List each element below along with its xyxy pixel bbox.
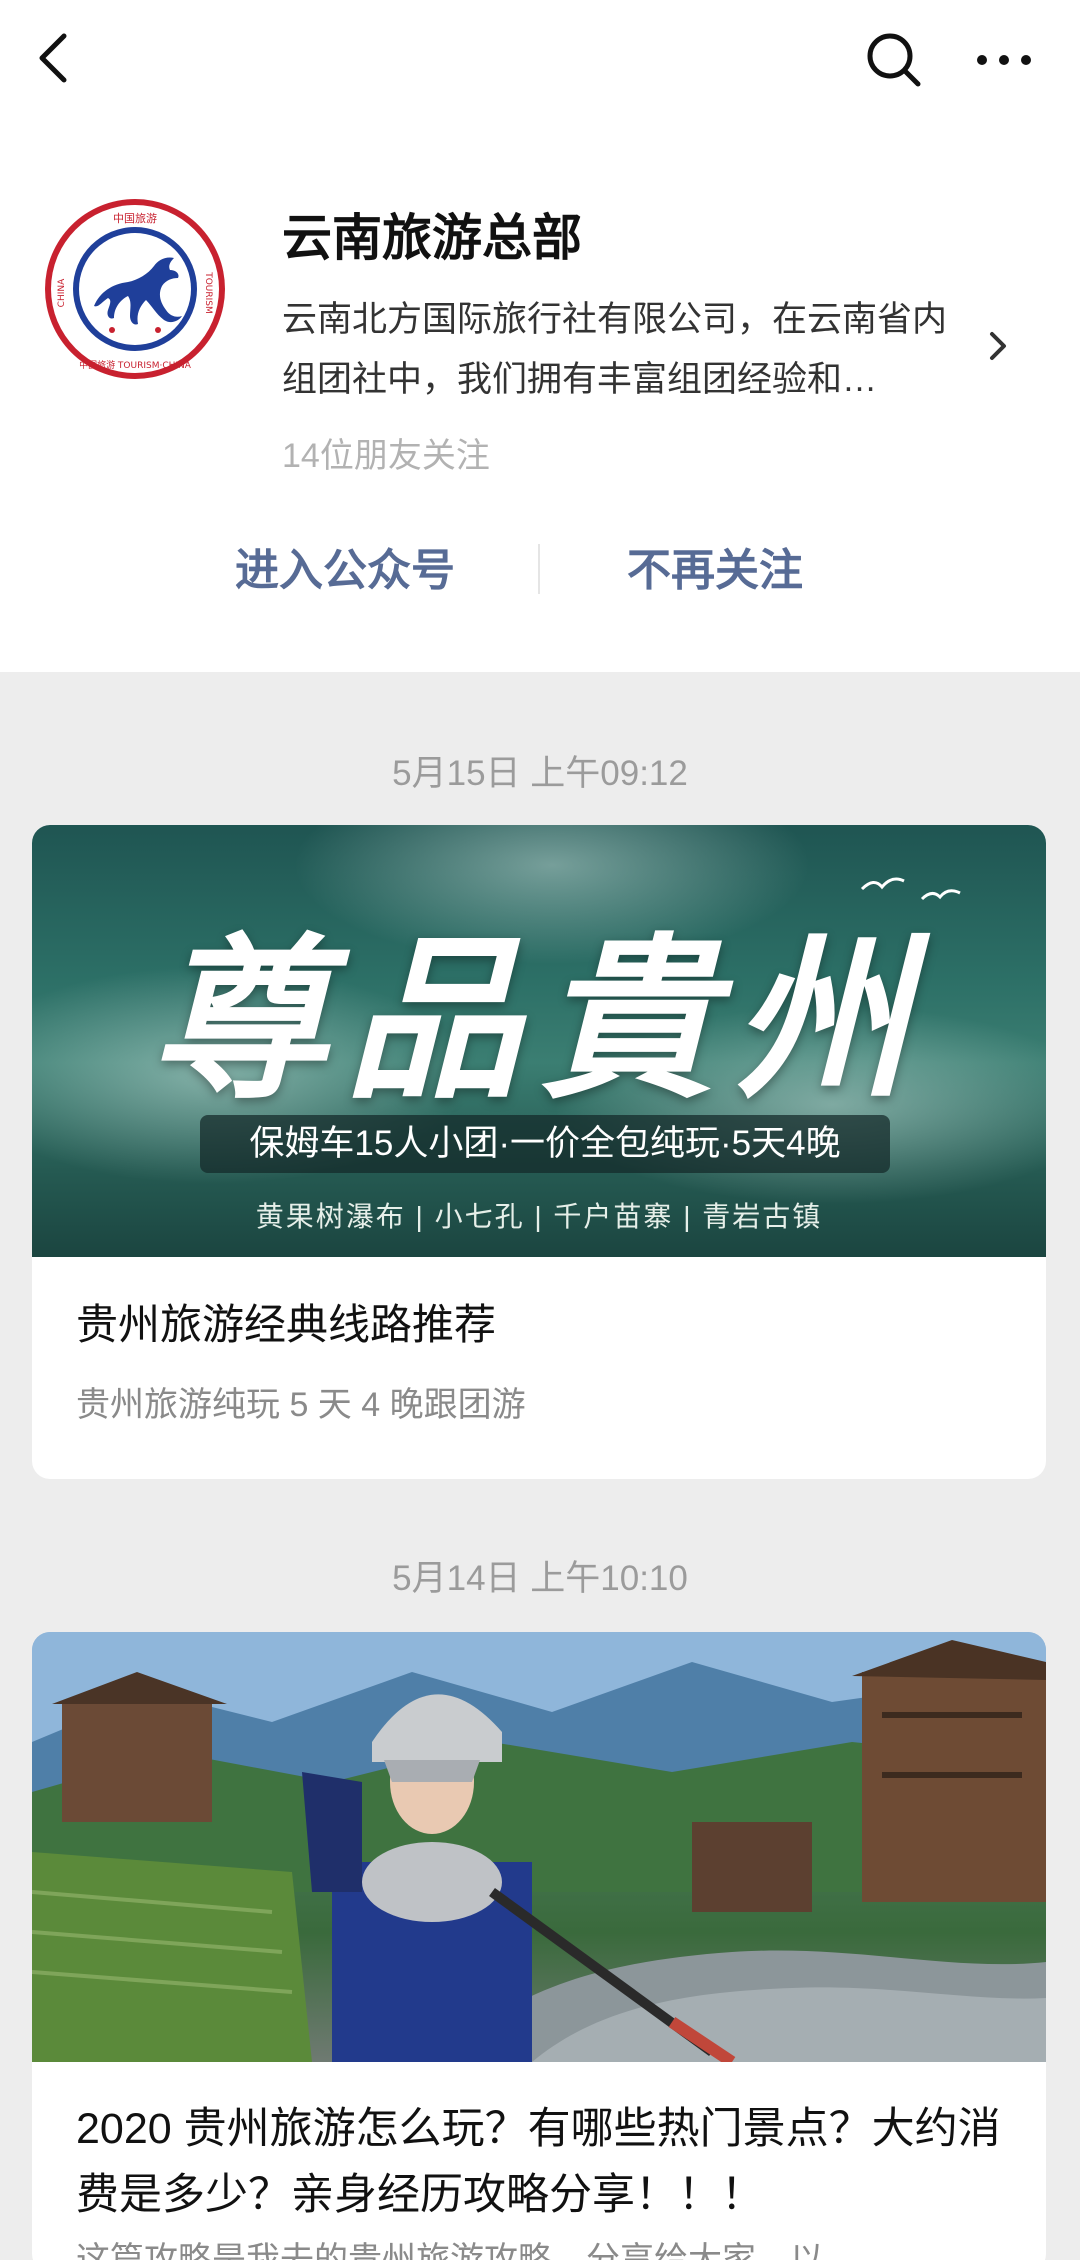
account-profile-page: 中国旅游 CHINA TOURISM 中国旅游 TOURISM·CHINA 云南…	[0, 0, 1080, 2260]
article-title[interactable]: 贵州旅游经典线路推荐	[76, 1295, 1006, 1355]
search-icon	[867, 33, 921, 87]
logo-text-right: TOURISM	[203, 271, 213, 314]
friends-following-count: 14位朋友关注	[282, 437, 490, 475]
logo-text-top: 中国旅游	[113, 211, 157, 225]
enter-account-button[interactable]: 进入公众号	[200, 536, 490, 606]
landscape-photo	[32, 1632, 1046, 2062]
article-title[interactable]: 2020 贵州旅游怎么玩？有哪些热门景点？大约消费是多少？亲身经历攻略分享！！！	[76, 2096, 1036, 2228]
logo-text-bottom: 中国旅游 TOURISM·CHINA	[79, 359, 192, 371]
account-avatar[interactable]: 中国旅游 CHINA TOURISM 中国旅游 TOURISM·CHINA	[42, 196, 228, 382]
search-button[interactable]	[862, 28, 926, 92]
more-icon	[977, 55, 1031, 65]
unfollow-button[interactable]: 不再关注	[590, 536, 840, 606]
account-name: 云南旅游总部	[282, 210, 582, 266]
article-digest: 贵州旅游纯玩 5 天 4 晚跟团游	[76, 1386, 526, 1424]
article-card[interactable]: 尊品貴州 保姆车15人小团·一价全包纯玩·5天4晚 黄果树瀑布 | 小七孔 | …	[32, 825, 1046, 1479]
message-date: 5月14日 上午10:10	[392, 1559, 688, 1598]
article-card[interactable]: 2020 贵州旅游怎么玩？有哪些热门景点？大约消费是多少？亲身经历攻略分享！！！…	[32, 1632, 1046, 2260]
message-date: 5月15日 上午09:12	[392, 754, 688, 793]
back-button[interactable]	[28, 26, 80, 90]
cover-headline: 尊品貴州	[150, 916, 927, 1123]
article-cover-image[interactable]: 尊品貴州 保姆车15人小团·一价全包纯玩·5天4晚 黄果树瀑布 | 小七孔 | …	[32, 825, 1046, 1257]
chevron-right-icon	[990, 332, 1006, 360]
more-button[interactable]	[968, 30, 1040, 90]
cover-destinations: 黄果树瀑布 | 小七孔 | 千户苗寨 | 青岩古镇	[255, 1201, 823, 1232]
article-digest: 这篇攻略是我去的贵州旅游攻略，分享给大家，以	[76, 2241, 824, 2260]
account-header: 中国旅游 CHINA TOURISM 中国旅游 TOURISM·CHINA 云南…	[0, 0, 1080, 672]
logo-text-left: CHINA	[57, 278, 67, 307]
article-cover-image[interactable]	[32, 1632, 1046, 2062]
chevron-left-icon	[39, 33, 67, 83]
description-expand-button[interactable]	[984, 326, 1012, 366]
button-divider	[538, 544, 540, 594]
horse-logo-icon: 中国旅游 CHINA TOURISM 中国旅游 TOURISM·CHINA	[45, 199, 225, 379]
cover-banner-text: 保姆车15人小团·一价全包纯玩·5天4晚	[200, 1115, 890, 1173]
account-description[interactable]: 云南北方国际旅行社有限公司，在云南省内组团社中，我们拥有丰富组团经验和…	[282, 290, 972, 410]
